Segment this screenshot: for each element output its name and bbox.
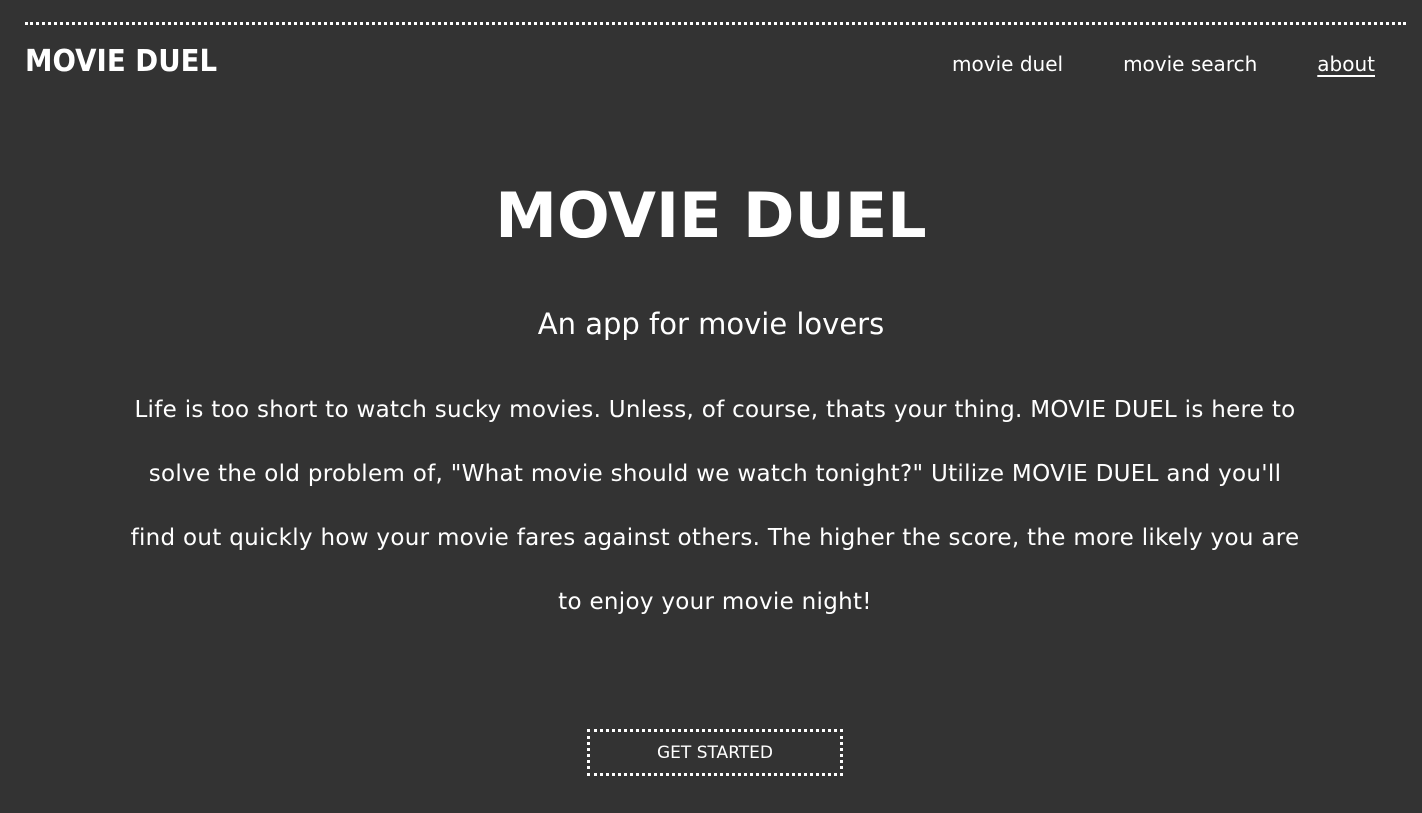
page-title: MOVIE DUEL [495,179,927,252]
brand-logo[interactable]: MOVIE DUEL [25,44,217,79]
top-dotted-divider [25,22,1406,25]
intro-paragraph: Life is too short to watch sucky movies.… [130,397,1300,615]
main-nav: movie duel movie search about [952,52,1375,76]
page-subtitle: An app for movie lovers [537,307,885,341]
get-started-button[interactable]: GET STARTED [587,729,843,776]
nav-item-about[interactable]: about [1317,52,1375,76]
nav-item-movie-search[interactable]: movie search [1123,52,1257,76]
nav-item-movie-duel[interactable]: movie duel [952,52,1063,76]
page: MOVIE DUEL movie duel movie search about… [0,0,1422,813]
